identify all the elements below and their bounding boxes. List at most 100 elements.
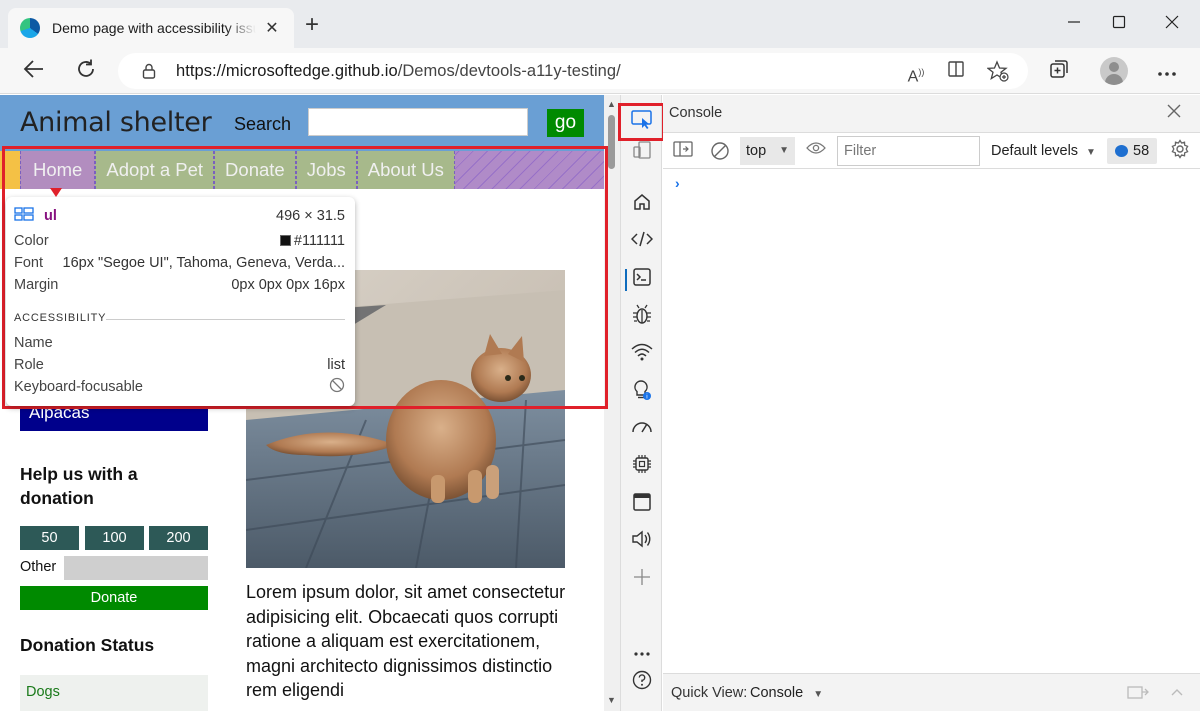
nav-link-donate[interactable]: Donate [214, 151, 296, 189]
chevron-down-icon: ▼ [813, 689, 824, 700]
context-select[interactable]: top ▼ [740, 137, 795, 165]
tab-title: Demo page with accessibility issues [52, 20, 256, 36]
clear-console-icon[interactable] [709, 141, 731, 161]
title-bar: Demo page with accessibility issues ✕ + [0, 0, 1200, 48]
chevron-down-icon: ▼ [779, 145, 789, 156]
close-panel-icon[interactable] [1166, 103, 1182, 124]
console-prompt[interactable]: › [675, 175, 680, 191]
message-bubble-icon [1115, 145, 1128, 157]
nav-link-jobs[interactable]: Jobs [295, 151, 357, 189]
nav-list: Home Adopt a Pet Donate Jobs About Us [20, 151, 455, 189]
immersive-reader-icon[interactable] [945, 60, 969, 84]
new-tab-button[interactable]: + [300, 13, 324, 38]
console-toolbar: top ▼ Filter Default levels ▼ 58 [663, 133, 1200, 169]
sources-bug-icon[interactable] [629, 304, 655, 330]
log-levels-value: Default levels [991, 143, 1079, 159]
collections-icon[interactable] [1046, 58, 1072, 84]
tooltip-caret [50, 188, 62, 197]
log-levels-dropdown[interactable]: Default levels ▼ [991, 143, 1096, 159]
more-tools-plus-icon[interactable] [629, 567, 655, 593]
scroll-up-arrow-icon[interactable]: ▲ [607, 99, 616, 109]
nav-link-about[interactable]: About Us [356, 151, 455, 189]
focusable-label: Keyboard-focusable [14, 379, 143, 395]
tab-close-icon[interactable]: ✕ [262, 18, 282, 38]
body-paragraph: Lorem ipsum dolor, sit amet consectetur … [246, 582, 566, 700]
console-icon[interactable] [625, 267, 655, 293]
performance-gauge-icon[interactable] [629, 417, 655, 443]
font-label: Font [14, 255, 44, 271]
help-icon[interactable] [629, 670, 655, 696]
site-title: Animal shelter [20, 107, 212, 138]
donation-status-heading: Donation Status [20, 635, 155, 655]
search-go-button[interactable]: go [547, 109, 584, 137]
device-emulation-icon[interactable] [629, 140, 655, 166]
live-expression-eye-icon[interactable] [805, 141, 827, 161]
tooltip-color-row: Color #111111 [14, 231, 345, 251]
scroll-down-arrow-icon[interactable]: ▼ [607, 695, 616, 705]
close-window-button[interactable] [1157, 10, 1187, 40]
browser-tab[interactable]: Demo page with accessibility issues ✕ [8, 8, 294, 48]
address-bar[interactable]: https://microsoftedge.github.io/Demos/de… [118, 53, 1028, 89]
scroll-thumb[interactable] [608, 115, 615, 169]
memory-chip-icon[interactable] [629, 454, 655, 480]
accessibility-section-title: ACCESSIBILITY [14, 312, 107, 324]
more-options-icon[interactable] [1154, 58, 1180, 84]
search-input[interactable] [308, 108, 528, 136]
elements-code-icon[interactable] [629, 229, 655, 255]
quick-view-select[interactable]: Console ▼ [750, 685, 823, 701]
not-focusable-icon [329, 377, 345, 397]
other-amount-label: Other [20, 559, 57, 575]
application-window-icon[interactable] [629, 492, 655, 518]
amount-button-100[interactable]: 100 [85, 526, 144, 550]
read-aloud-icon[interactable]: A)) [904, 60, 928, 85]
donation-heading: Help us with a donation [20, 464, 138, 508]
donate-button[interactable]: Donate [20, 586, 208, 610]
console-settings-gear-icon[interactable] [1170, 139, 1190, 165]
media-speaker-icon[interactable] [629, 529, 655, 555]
search-label: Search [234, 114, 292, 134]
element-grid-icon [14, 207, 34, 225]
console-filter-input[interactable]: Filter [837, 136, 980, 166]
nav-link-adopt[interactable]: Adopt a Pet [95, 151, 215, 189]
lock-icon[interactable] [140, 62, 158, 80]
issues-lightbulb-icon[interactable]: i [629, 379, 655, 405]
chevron-down-icon: ▼ [1086, 147, 1096, 158]
url-host: https://microsoftedge.github.io [176, 62, 398, 80]
tooltip-name-row: Name [14, 333, 345, 353]
devtools-panel: Console top ▼ Filter Default levels ▼ 58 [663, 95, 1200, 711]
url-text[interactable]: https://microsoftedge.github.io/Demos/de… [176, 62, 621, 81]
chevron-up-icon[interactable] [1170, 684, 1184, 700]
font-value: 16px "Segoe UI", Tahoma, Geneva, Verda..… [62, 255, 345, 271]
tooltip-margin-row: Margin 0px 0px 0px 16px [14, 275, 345, 295]
network-wifi-icon[interactable] [629, 342, 655, 368]
maximize-button[interactable] [1104, 10, 1134, 40]
welcome-home-icon[interactable] [629, 192, 655, 218]
tooltip-header: ul 496 × 31.5 [14, 206, 345, 226]
tab-console[interactable]: Console [669, 105, 722, 121]
name-label: Name [14, 335, 53, 351]
tooltip-role-row: Role list [14, 355, 345, 375]
inspect-tooltip: ul 496 × 31.5 Color #111111 Font 16px "S… [6, 188, 355, 406]
url-path: /Demos/devtools-a11y-testing/ [397, 62, 621, 80]
section-divider [106, 319, 345, 320]
back-icon[interactable] [21, 58, 47, 84]
other-amount-input[interactable] [64, 556, 208, 580]
favorites-add-icon[interactable] [986, 60, 1010, 84]
dock-to-side-icon[interactable] [1127, 684, 1149, 703]
minimize-button[interactable] [1059, 10, 1089, 40]
sidebar-toggle-icon[interactable] [672, 141, 694, 161]
nav-link-home[interactable]: Home [20, 151, 96, 189]
profile-avatar[interactable] [1100, 57, 1128, 85]
activity-more-icon[interactable] [629, 638, 655, 664]
role-value: list [327, 357, 345, 373]
amount-button-200[interactable]: 200 [149, 526, 208, 550]
tooltip-tag-name: ul [44, 208, 57, 224]
refresh-icon[interactable] [73, 58, 99, 84]
quick-view-value: Console [750, 685, 804, 701]
page-scrollbar[interactable]: ▲ ▼ [604, 95, 620, 711]
margin-value: 0px 0px 0px 16px [231, 277, 345, 293]
amount-button-50[interactable]: 50 [20, 526, 79, 550]
messages-count-badge[interactable]: 58 [1107, 138, 1157, 164]
tooltip-size: 496 × 31.5 [276, 208, 345, 224]
devtools-tabbar: Console [663, 95, 1200, 133]
